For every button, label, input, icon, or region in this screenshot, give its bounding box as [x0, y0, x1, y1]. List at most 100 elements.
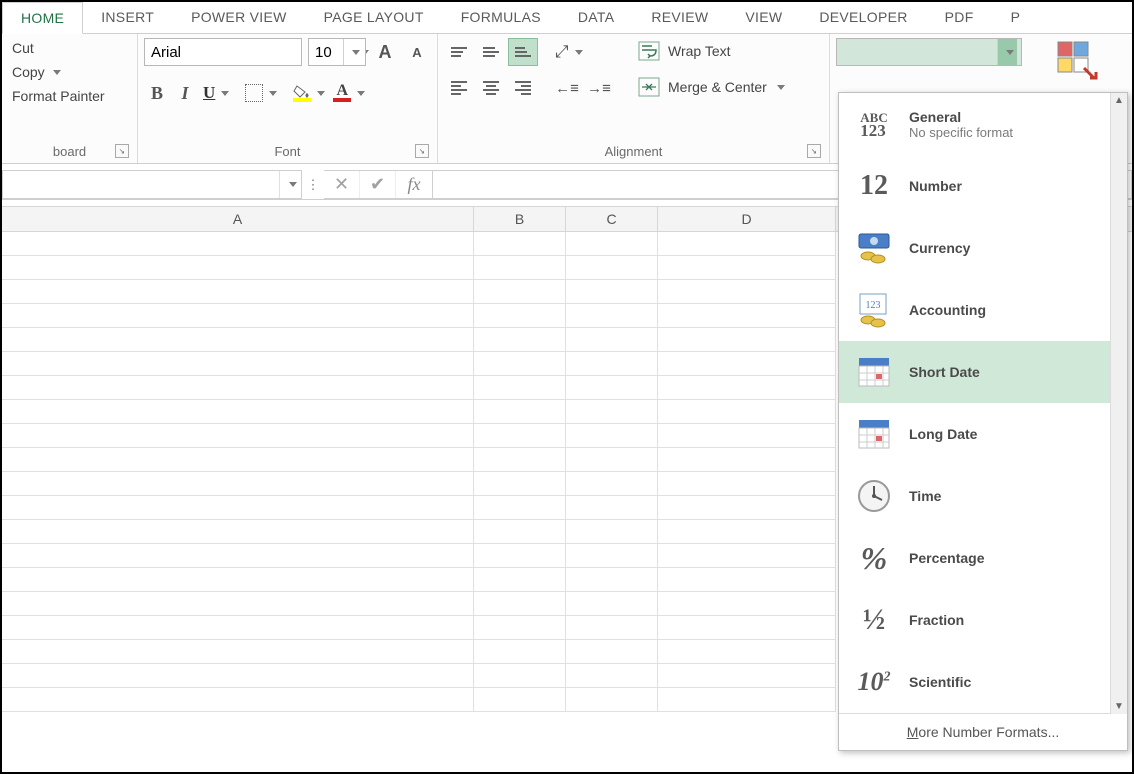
cell[interactable]: [566, 472, 658, 496]
cell[interactable]: [658, 664, 836, 688]
format-long-date[interactable]: Long Date: [839, 403, 1127, 465]
cell[interactable]: [566, 328, 658, 352]
merge-center-button[interactable]: Merge & Center: [632, 74, 791, 100]
cancel-formula-button[interactable]: ✕: [324, 171, 360, 198]
cell[interactable]: [2, 328, 474, 352]
cell[interactable]: [2, 664, 474, 688]
cell[interactable]: [566, 664, 658, 688]
cell[interactable]: [658, 280, 836, 304]
name-box-input[interactable]: [3, 175, 279, 195]
column-header-b[interactable]: B: [474, 207, 566, 231]
cell[interactable]: [474, 352, 566, 376]
font-size-input[interactable]: [309, 39, 343, 65]
tab-view[interactable]: VIEW: [727, 2, 801, 33]
cell[interactable]: [658, 328, 836, 352]
cell[interactable]: [566, 280, 658, 304]
align-center-button[interactable]: [476, 74, 506, 102]
font-size-combo[interactable]: [308, 38, 366, 66]
cell[interactable]: [658, 520, 836, 544]
cell[interactable]: [474, 616, 566, 640]
tab-developer[interactable]: DEVELOPER: [801, 2, 926, 33]
dialog-launcher-icon[interactable]: [115, 144, 129, 158]
font-color-button[interactable]: A: [330, 83, 368, 103]
cell[interactable]: [474, 472, 566, 496]
cell[interactable]: [2, 424, 474, 448]
cell[interactable]: [474, 400, 566, 424]
align-left-button[interactable]: [444, 74, 474, 102]
cell[interactable]: [566, 376, 658, 400]
cell[interactable]: [566, 256, 658, 280]
cell[interactable]: [2, 232, 474, 256]
cut-button[interactable]: Cut: [8, 38, 131, 58]
number-format-dropdown-button[interactable]: [997, 39, 1017, 65]
tab-power-view[interactable]: POWER VIEW: [173, 2, 306, 33]
fill-color-button[interactable]: [290, 83, 328, 103]
underline-button[interactable]: U: [200, 82, 232, 104]
decrease-indent-button[interactable]: ←≡: [552, 74, 582, 102]
cell[interactable]: [566, 304, 658, 328]
cell[interactable]: [566, 544, 658, 568]
cell[interactable]: [658, 424, 836, 448]
format-currency[interactable]: Currency: [839, 217, 1127, 279]
chevron-down-icon[interactable]: [343, 39, 363, 65]
format-scientific[interactable]: 102 Scientific: [839, 651, 1127, 713]
cell[interactable]: [2, 520, 474, 544]
scrollbar[interactable]: ▲ ▼: [1110, 93, 1127, 714]
cell[interactable]: [474, 496, 566, 520]
cell[interactable]: [2, 472, 474, 496]
cell[interactable]: [2, 592, 474, 616]
format-accounting[interactable]: 123 Accounting: [839, 279, 1127, 341]
cell[interactable]: [658, 472, 836, 496]
cell[interactable]: [474, 424, 566, 448]
cell[interactable]: [2, 304, 474, 328]
enter-formula-button[interactable]: ✔: [360, 171, 396, 198]
cell[interactable]: [2, 376, 474, 400]
more-number-formats[interactable]: More Number Formats...: [839, 713, 1127, 750]
cell[interactable]: [658, 376, 836, 400]
chevron-down-icon[interactable]: [279, 171, 301, 198]
cell[interactable]: [2, 352, 474, 376]
cell[interactable]: [658, 640, 836, 664]
format-percentage[interactable]: % Percentage: [839, 527, 1127, 589]
cell[interactable]: [474, 688, 566, 712]
cell[interactable]: [566, 592, 658, 616]
cell[interactable]: [474, 664, 566, 688]
cell[interactable]: [474, 256, 566, 280]
tab-data[interactable]: DATA: [560, 2, 633, 33]
cell[interactable]: [658, 688, 836, 712]
format-short-date[interactable]: Short Date: [839, 341, 1127, 403]
cell[interactable]: [2, 616, 474, 640]
cell[interactable]: [658, 592, 836, 616]
format-number[interactable]: 12 Number: [839, 155, 1127, 217]
align-middle-button[interactable]: [476, 38, 506, 66]
cell[interactable]: [566, 496, 658, 520]
cell[interactable]: [2, 568, 474, 592]
tab-insert[interactable]: INSERT: [83, 2, 173, 33]
copy-button[interactable]: Copy: [8, 62, 131, 82]
cell[interactable]: [658, 568, 836, 592]
wrap-text-button[interactable]: Wrap Text: [632, 38, 791, 64]
borders-button[interactable]: [242, 83, 280, 103]
cell[interactable]: [474, 280, 566, 304]
cell[interactable]: [474, 544, 566, 568]
cell[interactable]: [566, 232, 658, 256]
increase-indent-button[interactable]: →≡: [584, 74, 614, 102]
cell[interactable]: [658, 448, 836, 472]
cell[interactable]: [658, 256, 836, 280]
number-format-input[interactable]: [837, 39, 997, 65]
cell[interactable]: [658, 616, 836, 640]
name-box[interactable]: [2, 170, 302, 199]
cell[interactable]: [658, 232, 836, 256]
cell[interactable]: [474, 568, 566, 592]
align-bottom-button[interactable]: [508, 38, 538, 66]
cell[interactable]: [566, 424, 658, 448]
cell[interactable]: [2, 256, 474, 280]
cell[interactable]: [658, 400, 836, 424]
column-header-a[interactable]: A: [2, 207, 474, 231]
cell[interactable]: [474, 232, 566, 256]
bold-button[interactable]: B: [144, 80, 170, 106]
tab-formulas[interactable]: FORMULAS: [443, 2, 560, 33]
format-painter-button[interactable]: Format Painter: [8, 86, 131, 106]
number-format-combo[interactable]: [836, 38, 1022, 66]
cell[interactable]: [474, 640, 566, 664]
